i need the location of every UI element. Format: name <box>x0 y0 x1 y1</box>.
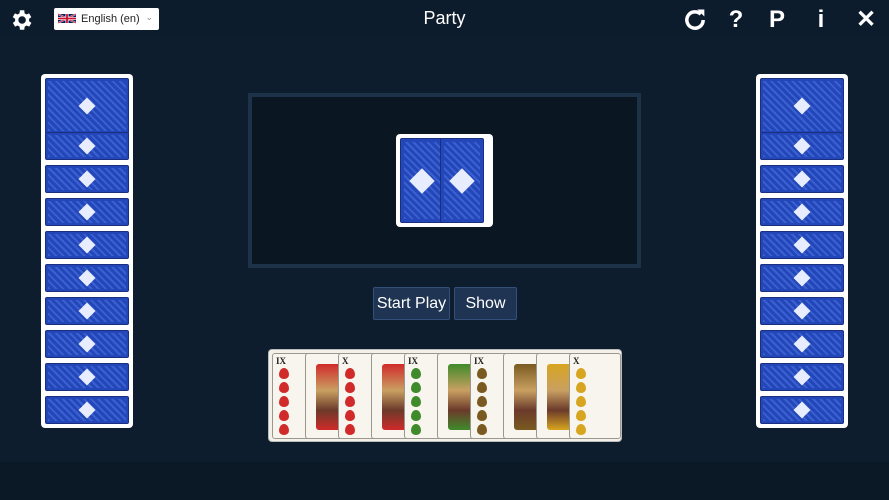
restart-icon[interactable] <box>681 6 709 34</box>
bells-pip-icon <box>576 382 586 393</box>
card-back <box>45 396 129 424</box>
acorns-pip-icon <box>477 382 487 393</box>
talon-card-back[interactable] <box>440 138 484 223</box>
card-rank: IX <box>408 356 419 366</box>
hearts-pip-icon <box>279 382 289 393</box>
hearts-pip-icon <box>345 368 355 379</box>
hand-card-bells[interactable]: X <box>569 353 621 439</box>
close-button[interactable]: ✕ <box>852 6 880 34</box>
card-back <box>45 132 129 160</box>
card-rank: IX <box>474 356 485 366</box>
hearts-pip-icon <box>279 396 289 407</box>
leaves-pip-icon <box>411 410 421 421</box>
card-back <box>760 78 844 134</box>
left-opponent-cards <box>41 74 133 428</box>
card-rank: X <box>573 356 580 366</box>
bottom-bar <box>0 462 889 500</box>
points-button[interactable]: P <box>763 6 791 34</box>
card-back <box>760 264 844 292</box>
hearts-pip-icon <box>279 368 289 379</box>
leaves-pip-icon <box>411 424 421 435</box>
talon[interactable] <box>396 134 493 227</box>
hearts-pip-icon <box>345 396 355 407</box>
show-button[interactable]: Show <box>454 287 517 320</box>
hearts-pip-icon <box>279 424 289 435</box>
talon-card-back[interactable] <box>400 138 444 223</box>
card-back <box>45 198 129 226</box>
right-opponent-cards <box>756 74 848 428</box>
hearts-pip-icon <box>279 410 289 421</box>
card-back <box>45 165 129 193</box>
card-back <box>45 264 129 292</box>
acorns-pip-icon <box>477 410 487 421</box>
leaves-pip-icon <box>411 382 421 393</box>
card-back <box>45 78 129 134</box>
top-bar: English (en) ⌄ Party ? P i ✕ <box>0 0 889 38</box>
leaves-pip-icon <box>411 396 421 407</box>
bells-pip-icon <box>576 396 586 407</box>
card-back <box>760 297 844 325</box>
acorns-pip-icon <box>477 368 487 379</box>
acorns-pip-icon <box>477 396 487 407</box>
card-back <box>760 363 844 391</box>
hearts-pip-icon <box>345 410 355 421</box>
card-back <box>760 396 844 424</box>
card-back <box>760 198 844 226</box>
player-hand: IX X IX IX X <box>268 349 622 442</box>
card-back <box>45 363 129 391</box>
help-button[interactable]: ? <box>722 6 750 34</box>
card-rank: X <box>342 356 349 366</box>
info-button[interactable]: i <box>807 6 835 34</box>
leaves-pip-icon <box>411 368 421 379</box>
hearts-pip-icon <box>345 382 355 393</box>
card-back <box>45 231 129 259</box>
start-play-button[interactable]: Start Play <box>373 287 450 320</box>
bells-pip-icon <box>576 368 586 379</box>
card-back <box>760 330 844 358</box>
hearts-pip-icon <box>345 424 355 435</box>
card-rank: IX <box>276 356 287 366</box>
card-back <box>760 231 844 259</box>
card-back <box>760 165 844 193</box>
acorns-pip-icon <box>477 424 487 435</box>
card-back <box>45 297 129 325</box>
bells-pip-icon <box>576 424 586 435</box>
card-back <box>45 330 129 358</box>
page-title: Party <box>423 8 466 28</box>
bells-pip-icon <box>576 410 586 421</box>
card-back <box>760 132 844 160</box>
